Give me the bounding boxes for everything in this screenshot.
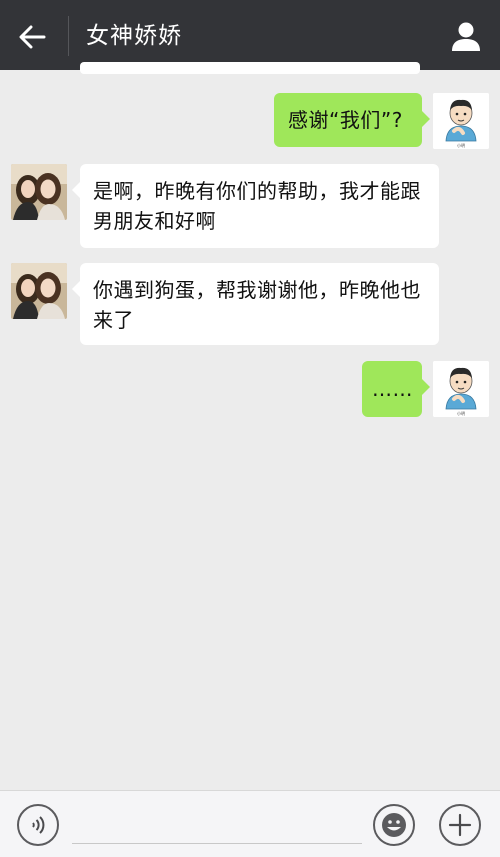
svg-text:小明: 小明 <box>457 142 465 148</box>
girls-photo-avatar[interactable] <box>11 263 67 319</box>
message-row: 你遇到狗蛋，帮我谢谢他，昨晚他也来了 <box>0 261 500 349</box>
chat-screen: 女神娇娇 感谢“我们”? 小明 是啊，昨晚有你们的帮助，我才能跟男朋友和好啊 你… <box>0 0 500 857</box>
girls-photo-avatar[interactable] <box>11 164 67 220</box>
previous-message-bubble-edge <box>80 62 420 74</box>
emoji-icon <box>382 813 406 837</box>
profile-button[interactable] <box>446 16 486 56</box>
arrow-left-icon <box>19 25 46 49</box>
message-text: …… <box>372 377 413 401</box>
person-icon <box>452 22 480 51</box>
message-bubble-sent[interactable]: …… <box>362 361 430 417</box>
message-text: 你遇到狗蛋，帮我谢谢他，昨晚他也来了 <box>93 278 421 332</box>
message-row: …… 小明 <box>0 358 500 420</box>
message-bubble-sent[interactable]: 感谢“我们”? <box>274 93 430 147</box>
message-text: 是啊，昨晚有你们的帮助，我才能跟男朋友和好啊 <box>93 179 421 233</box>
back-button[interactable] <box>12 17 52 57</box>
chat-header: 女神娇娇 <box>0 0 500 70</box>
message-row: 是啊，昨晚有你们的帮助，我才能跟男朋友和好啊 <box>0 162 500 250</box>
svg-text:小明: 小明 <box>457 410 465 416</box>
chat-title: 女神娇娇 <box>86 23 182 49</box>
message-input[interactable] <box>72 805 366 845</box>
message-bubble-received[interactable]: 是啊，昨晚有你们的帮助，我才能跟男朋友和好啊 <box>72 164 439 248</box>
emoji-button[interactable] <box>373 804 415 846</box>
plus-button[interactable] <box>439 804 481 846</box>
voice-icon <box>32 816 45 834</box>
cartoon-boy-avatar[interactable]: 小明 <box>433 361 489 417</box>
header-divider <box>68 16 69 56</box>
input-toolbar <box>0 790 500 857</box>
cartoon-boy-avatar[interactable]: 小明 <box>433 93 489 149</box>
input-underline <box>72 843 362 844</box>
message-bubble-received[interactable]: 你遇到狗蛋，帮我谢谢他，昨晚他也来了 <box>72 263 439 345</box>
plus-icon <box>448 813 472 837</box>
message-row: 感谢“我们”? 小明 <box>0 90 500 150</box>
voice-button[interactable] <box>17 804 59 846</box>
message-text: 感谢“我们”? <box>288 108 403 132</box>
